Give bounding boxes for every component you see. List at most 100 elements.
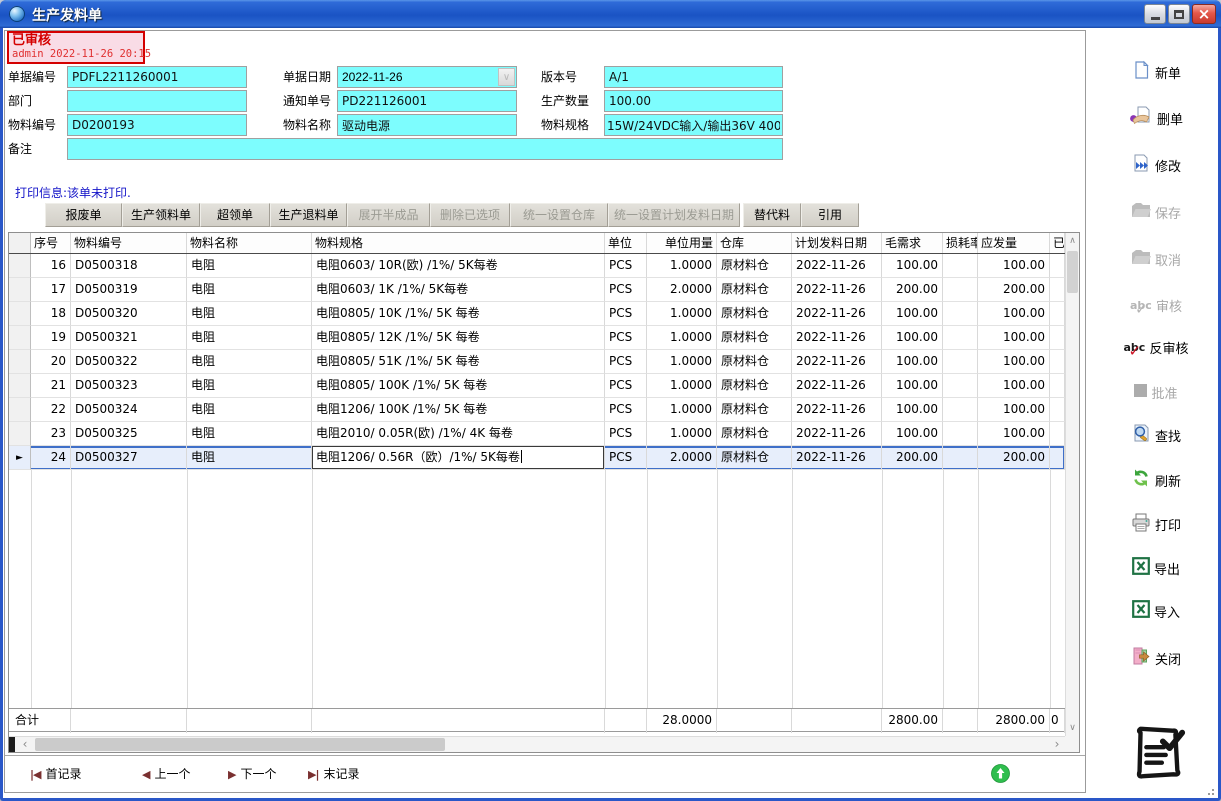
column-header-5[interactable]: 单位用量: [647, 233, 717, 253]
cell-seq[interactable]: 16: [31, 254, 71, 278]
cell-date[interactable]: 2022-11-26: [792, 446, 882, 470]
cell-code[interactable]: D0500320: [71, 302, 187, 326]
cell-spec[interactable]: 电阻0805/ 10K /1%/ 5K 每卷: [312, 302, 605, 326]
cell-issued[interactable]: [1050, 254, 1065, 278]
cell-usage[interactable]: 2.0000: [647, 446, 717, 470]
column-header-1[interactable]: 物料编号: [71, 233, 187, 253]
cell-gross[interactable]: 100.00: [882, 302, 943, 326]
sidebar-button-6[interactable]: abc✓反审核: [1096, 333, 1216, 361]
cell-loss[interactable]: [943, 446, 978, 470]
cell-loss[interactable]: [943, 326, 978, 350]
cell-date[interactable]: 2022-11-26: [792, 326, 882, 350]
nav-next-button[interactable]: ▶下一个: [228, 763, 276, 785]
cell-unit[interactable]: PCS: [605, 326, 647, 350]
cell-issued[interactable]: [1050, 350, 1065, 374]
cell-gross[interactable]: 200.00: [882, 278, 943, 302]
cell-name[interactable]: 电阻: [187, 398, 312, 422]
cell-usage[interactable]: 2.0000: [647, 278, 717, 302]
column-header-3[interactable]: 物料规格: [312, 233, 605, 253]
cell-spec[interactable]: 电阻0603/ 1K /1%/ 5K每卷: [312, 278, 605, 302]
column-header-11[interactable]: 已: [1050, 233, 1065, 253]
doc-no-input[interactable]: [67, 66, 247, 88]
table-row[interactable]: 18D0500320电阻电阻0805/ 10K /1%/ 5K 每卷PCS1.0…: [9, 302, 1065, 326]
maximize-button[interactable]: [1168, 4, 1190, 24]
cell-issued[interactable]: [1050, 374, 1065, 398]
grid-splitter[interactable]: [9, 737, 15, 752]
cell-name[interactable]: 电阻: [187, 278, 312, 302]
cell-name[interactable]: 电阻: [187, 350, 312, 374]
sidebar-button-11[interactable]: 导出: [1096, 554, 1216, 582]
cell-due[interactable]: 100.00: [978, 254, 1050, 278]
sidebar-button-2[interactable]: 修改: [1096, 151, 1216, 179]
table-row[interactable]: 21D0500323电阻电阻0805/ 100K /1%/ 5K 每卷PCS1.…: [9, 374, 1065, 398]
cell-loss[interactable]: [943, 374, 978, 398]
sidebar-button-0[interactable]: 新单: [1096, 58, 1216, 86]
cell-warehouse[interactable]: 原材料仓: [717, 302, 792, 326]
cell-spec[interactable]: 电阻1206/ 100K /1%/ 5K 每卷: [312, 398, 605, 422]
cell-loss[interactable]: [943, 278, 978, 302]
cell-name[interactable]: 电阻: [187, 422, 312, 446]
cell-due[interactable]: 100.00: [978, 350, 1050, 374]
cell-seq[interactable]: 18: [31, 302, 71, 326]
cell-issued[interactable]: [1050, 398, 1065, 422]
cell-name[interactable]: 电阻: [187, 254, 312, 278]
cell-code[interactable]: D0500319: [71, 278, 187, 302]
cell-seq[interactable]: 23: [31, 422, 71, 446]
cell-usage[interactable]: 1.0000: [647, 326, 717, 350]
cell-usage[interactable]: 1.0000: [647, 422, 717, 446]
cell-unit[interactable]: PCS: [605, 350, 647, 374]
cell-seq[interactable]: 20: [31, 350, 71, 374]
cell-date[interactable]: 2022-11-26: [792, 278, 882, 302]
material-no-input[interactable]: [67, 114, 247, 136]
cell-name[interactable]: 电阻: [187, 302, 312, 326]
version-input[interactable]: [604, 66, 783, 88]
notice-no-input[interactable]: [337, 90, 517, 112]
cell-spec[interactable]: 电阻0603/ 10R(欧) /1%/ 5K每卷: [312, 254, 605, 278]
cell-spec[interactable]: 电阻0805/ 51K /1%/ 5K 每卷: [312, 350, 605, 374]
sidebar-button-1[interactable]: 删单: [1096, 104, 1216, 132]
cell-date[interactable]: 2022-11-26: [792, 254, 882, 278]
cell-warehouse[interactable]: 原材料仓: [717, 446, 792, 470]
column-header-2[interactable]: 物料名称: [187, 233, 312, 253]
material-name-input[interactable]: [337, 114, 517, 136]
cell-unit[interactable]: PCS: [605, 446, 647, 470]
column-header-6[interactable]: 仓库: [717, 233, 792, 253]
cell-usage[interactable]: 1.0000: [647, 398, 717, 422]
table-row[interactable]: 19D0500321电阻电阻0805/ 12K /1%/ 5K 每卷PCS1.0…: [9, 326, 1065, 350]
column-header-9[interactable]: 损耗率: [943, 233, 978, 253]
cell-due[interactable]: 200.00: [978, 278, 1050, 302]
cell-code[interactable]: D0500327: [71, 446, 187, 470]
cell-date[interactable]: 2022-11-26: [792, 422, 882, 446]
cell-spec[interactable]: 电阻2010/ 0.05R(欧) /1%/ 4K 每卷: [312, 422, 605, 446]
cell-gross[interactable]: 100.00: [882, 422, 943, 446]
cell-date[interactable]: 2022-11-26: [792, 374, 882, 398]
cell-issued[interactable]: [1050, 326, 1065, 350]
cell-issued[interactable]: [1050, 302, 1065, 326]
cell-name[interactable]: 电阻: [187, 326, 312, 350]
nav-previous-button[interactable]: ◀上一个: [142, 763, 190, 785]
cell-gross[interactable]: 100.00: [882, 254, 943, 278]
cell-warehouse[interactable]: 原材料仓: [717, 398, 792, 422]
cell-warehouse[interactable]: 原材料仓: [717, 278, 792, 302]
cell-loss[interactable]: [943, 422, 978, 446]
cell-due[interactable]: 200.00: [978, 446, 1050, 470]
vscroll-thumb[interactable]: [1067, 251, 1078, 293]
cell-due[interactable]: 100.00: [978, 398, 1050, 422]
material-spec-input[interactable]: [604, 114, 783, 136]
action-button-3[interactable]: 生产退料单: [270, 203, 347, 227]
cell-gross[interactable]: 100.00: [882, 350, 943, 374]
cell-code[interactable]: D0500325: [71, 422, 187, 446]
cell-unit[interactable]: PCS: [605, 302, 647, 326]
sidebar-button-13[interactable]: 关闭: [1096, 644, 1216, 672]
cell-code[interactable]: D0500323: [71, 374, 187, 398]
cell-issued[interactable]: [1050, 446, 1065, 470]
cell-unit[interactable]: PCS: [605, 398, 647, 422]
cell-code[interactable]: D0500324: [71, 398, 187, 422]
cell-loss[interactable]: [943, 398, 978, 422]
sidebar-button-12[interactable]: 导入: [1096, 597, 1216, 625]
column-header-0[interactable]: 序号: [31, 233, 71, 253]
column-header-10[interactable]: 应发量: [978, 233, 1050, 253]
cell-seq[interactable]: 19: [31, 326, 71, 350]
close-button[interactable]: ×: [1192, 4, 1216, 24]
action-button-8[interactable]: 替代料: [743, 203, 801, 227]
